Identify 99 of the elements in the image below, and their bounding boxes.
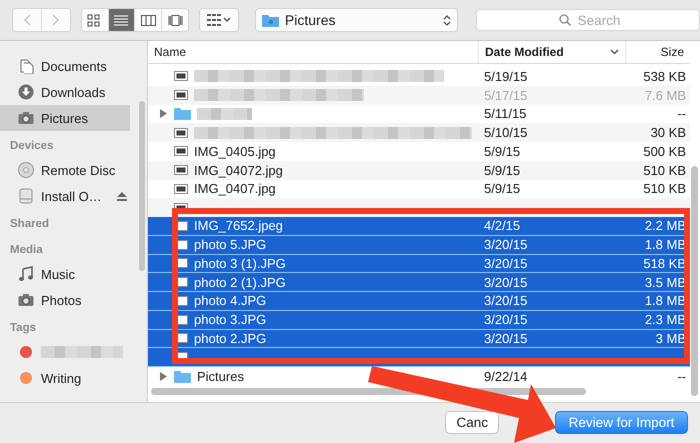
grid-icon	[87, 14, 102, 26]
download-icon	[18, 84, 34, 100]
scrollbar[interactable]	[139, 101, 145, 271]
date-text: 4/2/15	[484, 218, 520, 234]
chevron-down-icon	[610, 49, 619, 55]
date-text: 5/10/15	[484, 125, 528, 140]
location-popup[interactable]: Pictures	[254, 8, 458, 32]
view-mode-control[interactable]	[81, 8, 190, 32]
column-header[interactable]: Date Modified	[478, 41, 625, 63]
forward-button[interactable]	[42, 9, 70, 31]
camera-icon	[18, 292, 34, 308]
chevron-right-icon	[52, 14, 60, 26]
image-file-icon	[174, 182, 188, 195]
size-text: 510 KB	[643, 162, 686, 178]
file-name: photo 3.JPG	[194, 312, 266, 328]
file-row[interactable]: IMG_0407.jpg 5/9/15 510 KB	[148, 180, 690, 198]
disc-icon	[18, 162, 34, 178]
date-text: 5/9/15	[484, 162, 520, 178]
size-text: 510 KB	[643, 181, 686, 196]
file-name: photo 5.JPG	[194, 237, 266, 252]
file-row[interactable]: 5/11/15 --	[148, 104, 690, 124]
file-name: photo 3 (1).JPG	[194, 256, 286, 271]
sidebar-item[interactable]: Install O…	[0, 183, 130, 209]
date-text: 5/19/15	[484, 68, 528, 84]
caret-icon	[223, 17, 232, 23]
sidebar-item[interactable]: Documents	[0, 53, 130, 79]
disclosure-triangle-icon	[160, 109, 166, 118]
documents-icon	[18, 58, 34, 74]
image-file-icon	[174, 89, 188, 102]
file-row[interactable]: 5/19/15 538 KB	[148, 67, 690, 86]
date-text: 3/20/15	[484, 256, 528, 271]
size-text: 500 KB	[643, 144, 686, 159]
file-row[interactable]: IMG_0405.jpg 5/9/15 500 KB	[148, 142, 690, 161]
column-header[interactable]: Size	[625, 41, 690, 63]
section-title: Shared	[9, 217, 49, 232]
search-icon	[559, 14, 571, 26]
size-text: 30 KB	[650, 125, 686, 140]
image-file-icon	[174, 164, 188, 176]
grid-icon	[207, 14, 222, 26]
file-name: photo 2.JPG	[194, 330, 266, 346]
date-text: 5/9/15	[484, 144, 520, 159]
column-view-button[interactable]	[135, 9, 162, 31]
date-text: 3/20/15	[484, 274, 528, 290]
size-text: 538 KB	[643, 68, 686, 84]
search-field[interactable]: Search	[476, 9, 700, 31]
icon-view-button[interactable]	[82, 9, 109, 31]
disclosure-triangle-icon	[160, 372, 166, 381]
size-text: 7.6 MB	[644, 88, 686, 103]
section-title: Tags	[9, 321, 36, 336]
date-text: 3/20/15	[484, 237, 528, 252]
sidebar-item[interactable]: Music	[0, 261, 130, 287]
file-name: IMG_0405.jpg	[194, 144, 276, 159]
folder-icon	[262, 14, 279, 26]
chevron-left-icon	[22, 14, 31, 26]
date-text: 3/20/15	[484, 312, 528, 328]
image-file-icon	[174, 70, 188, 82]
columns-icon	[140, 14, 156, 26]
file-name: IMG_04072.jpg	[194, 162, 283, 178]
folder-icon	[174, 107, 191, 120]
date-text: 5/9/15	[484, 181, 520, 196]
date-text: 5/17/15	[484, 88, 528, 103]
drive-icon	[18, 188, 34, 204]
section-title: Media	[9, 243, 43, 258]
image-file-icon	[174, 145, 188, 158]
file-name: photo 2 (1).JPG	[194, 274, 286, 290]
sidebar-item[interactable]: Writing	[0, 365, 130, 391]
cover-flow-button[interactable]	[162, 9, 188, 31]
sidebar-item[interactable]: Pictures	[0, 105, 130, 131]
scrollbar[interactable]	[691, 166, 698, 396]
file-row[interactable]: 5/10/15 30 KB	[148, 123, 690, 142]
section-title: Devices	[9, 139, 54, 154]
back-button[interactable]	[13, 9, 42, 31]
image-file-icon	[174, 126, 188, 139]
date-text: 3/20/15	[484, 293, 528, 308]
file-row[interactable]: IMG_04072.jpg 5/9/15 510 KB	[148, 160, 690, 180]
file-name: Pictures	[197, 368, 244, 384]
music-note-icon	[18, 266, 34, 282]
arrange-button[interactable]	[199, 8, 239, 32]
cover-flow-icon	[168, 14, 183, 26]
size-text: --	[677, 368, 686, 384]
navigation-control[interactable]	[12, 8, 72, 32]
cancel-button[interactable]: Canc	[445, 411, 499, 434]
list-icon	[114, 14, 130, 26]
date-text: 3/20/15	[484, 330, 528, 346]
sidebar-item[interactable]: Photos	[0, 287, 130, 313]
date-text: 5/11/15	[484, 106, 526, 122]
camera-icon	[18, 110, 34, 126]
size-text: --	[677, 106, 686, 122]
file-name: IMG_7652.jpeg	[194, 218, 283, 234]
up-down-chevron-icon	[443, 14, 451, 26]
sidebar-item[interactable]: Remote Disc	[0, 157, 130, 183]
list-view-button[interactable]	[108, 9, 136, 31]
date-text: 9/22/14	[484, 368, 528, 384]
sidebar-item[interactable]: Downloads	[0, 79, 130, 105]
file-name: photo 4.JPG	[194, 293, 266, 308]
file-name: IMG_0407.jpg	[194, 181, 276, 196]
folder-icon	[174, 370, 191, 383]
file-row[interactable]: Pictures 9/22/14 --	[148, 367, 690, 386]
column-header[interactable]: Name	[148, 41, 478, 63]
